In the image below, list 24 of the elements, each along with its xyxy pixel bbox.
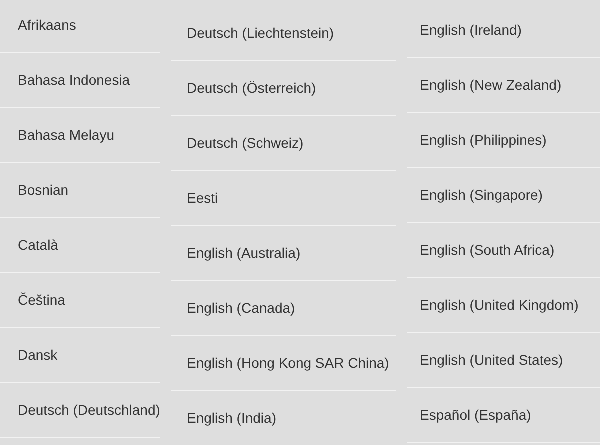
language-item[interactable]: Eesti [171,171,396,226]
language-item[interactable]: English (United States) [407,333,600,388]
language-item[interactable]: Čeština [0,273,160,328]
language-item[interactable]: English (India) [171,391,396,445]
language-item[interactable]: Deutsch (Österreich) [171,61,396,116]
language-item[interactable]: English (South Africa) [407,223,600,278]
language-item[interactable]: Bahasa Melayu [0,108,160,163]
language-item[interactable]: Deutsch (Deutschland) [0,383,160,438]
language-item[interactable]: English (Singapore) [407,168,600,223]
language-item[interactable]: Bosnian [0,163,160,218]
language-item[interactable]: English (Philippines) [407,113,600,168]
language-item[interactable]: Español (España) [407,388,600,443]
language-item[interactable]: Deutsch (Liechtenstein) [171,6,396,61]
language-item[interactable]: English (Ireland) [407,3,600,58]
language-item[interactable]: Dansk [0,328,160,383]
language-item[interactable]: English (United Kingdom) [407,278,600,333]
language-item[interactable]: English (Hong Kong SAR China) [171,336,396,391]
language-item[interactable]: English (New Zealand) [407,58,600,113]
language-item[interactable]: Afrikaans [0,0,160,53]
language-item[interactable]: Bahasa Indonesia [0,53,160,108]
language-item[interactable]: Deutsch (Schweiz) [171,116,396,171]
language-item[interactable]: English (Canada) [171,281,396,336]
language-item[interactable]: Català [0,218,160,273]
language-item[interactable]: English (Australia) [171,226,396,281]
